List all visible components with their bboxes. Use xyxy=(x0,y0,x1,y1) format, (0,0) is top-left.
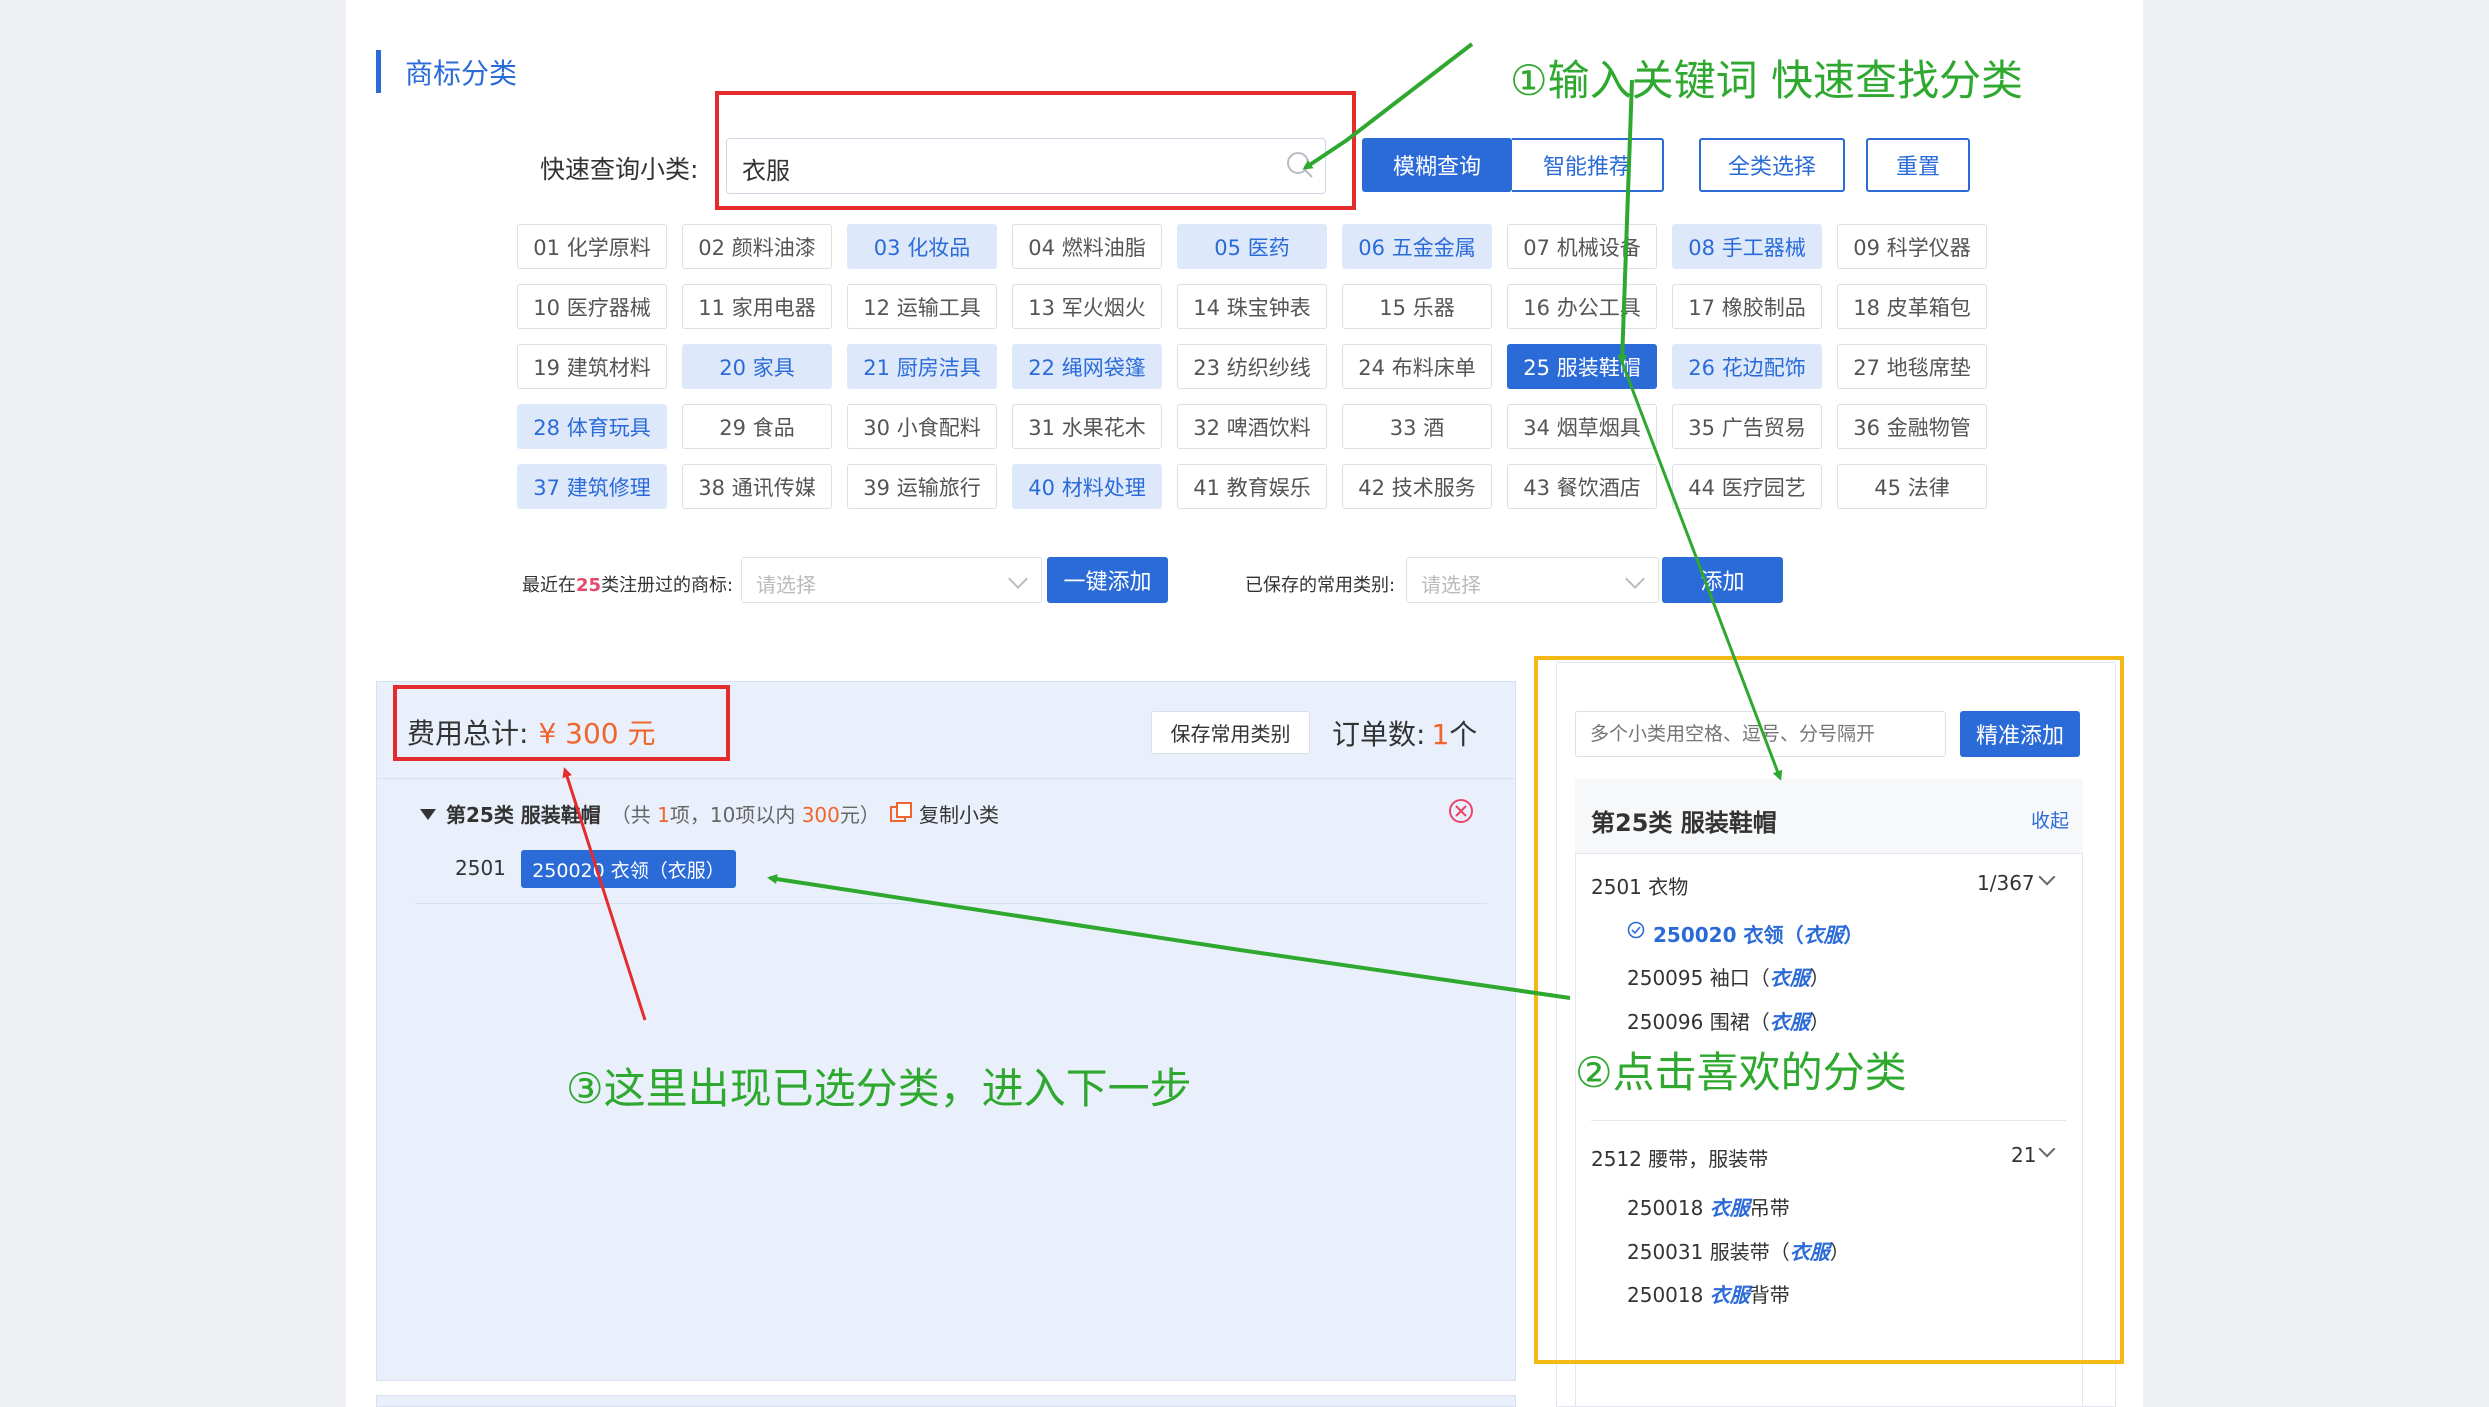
class-button-29[interactable]: 29 食品 xyxy=(682,404,832,449)
class-button-12[interactable]: 12 运输工具 xyxy=(847,284,997,329)
fuzzy-search-button[interactable]: 模糊查询 xyxy=(1362,138,1512,192)
selected-item-tag[interactable]: 250020 衣领（衣服） xyxy=(521,850,736,888)
class-button-18[interactable]: 18 皮革箱包 xyxy=(1837,284,1987,329)
copy-icon[interactable] xyxy=(889,801,913,825)
reset-button[interactable]: 重置 xyxy=(1866,138,1970,192)
class-button-40[interactable]: 40 材料处理 xyxy=(1012,464,1162,509)
class-button-13[interactable]: 13 军火烟火 xyxy=(1012,284,1162,329)
class-button-09[interactable]: 09 科学仪器 xyxy=(1837,224,1987,269)
recent-select-placeholder: 请选择 xyxy=(756,573,816,597)
class-button-17[interactable]: 17 橡胶制品 xyxy=(1672,284,1822,329)
class-button-20[interactable]: 20 家具 xyxy=(682,344,832,389)
section-title: 商标分类 xyxy=(405,57,518,90)
class-button-39[interactable]: 39 运输旅行 xyxy=(847,464,997,509)
annotation-step1: ①输入关键词 快速查找分类 xyxy=(1510,56,2024,105)
class-button-38[interactable]: 38 通讯传媒 xyxy=(682,464,832,509)
one-click-add-button[interactable]: 一键添加 xyxy=(1047,557,1168,603)
class-button-07[interactable]: 07 机械设备 xyxy=(1507,224,1657,269)
class-button-22[interactable]: 22 绳网袋篷 xyxy=(1012,344,1162,389)
saved-classes-label: 已保存的常用类别: xyxy=(1245,575,1396,596)
order-count: 订单数: 1个 xyxy=(1332,718,1478,751)
class-button-35[interactable]: 35 广告贸易 xyxy=(1672,404,1822,449)
class-button-41[interactable]: 41 教育娱乐 xyxy=(1177,464,1327,509)
annotation-step3: ③这里出现已选分类，进入下一步 xyxy=(566,1064,1192,1113)
class-button-03[interactable]: 03 化妆品 xyxy=(847,224,997,269)
class-button-45[interactable]: 45 法律 xyxy=(1837,464,1987,509)
group-divider xyxy=(415,903,1487,904)
class-button-37[interactable]: 37 建筑修理 xyxy=(517,464,667,509)
chevron-down-icon xyxy=(1625,569,1645,589)
selected-group-header: 第25类 服装鞋帽 （共 1项，10项以内 300元） xyxy=(446,803,880,827)
save-common-classes-button[interactable]: 保存常用类别 xyxy=(1151,711,1310,754)
class-button-30[interactable]: 30 小食配料 xyxy=(847,404,997,449)
class-button-14[interactable]: 14 珠宝钟表 xyxy=(1177,284,1327,329)
selected-subclass-code: 2501 xyxy=(455,856,506,880)
class-button-08[interactable]: 08 手工器械 xyxy=(1672,224,1822,269)
search-label: 快速查询小类: xyxy=(540,155,699,184)
class-button-26[interactable]: 26 花边配饰 xyxy=(1672,344,1822,389)
class-button-31[interactable]: 31 水果花木 xyxy=(1012,404,1162,449)
class-button-42[interactable]: 42 技术服务 xyxy=(1342,464,1492,509)
caret-down-icon[interactable] xyxy=(420,807,436,821)
chevron-down-icon xyxy=(1008,569,1028,589)
search-highlight-frame xyxy=(715,91,1356,210)
class-button-27[interactable]: 27 地毯席垫 xyxy=(1837,344,1987,389)
class-button-34[interactable]: 34 烟草烟具 xyxy=(1507,404,1657,449)
panel-bottom-strip xyxy=(376,1395,1516,1407)
section-title-bar xyxy=(376,50,381,93)
class-button-28[interactable]: 28 体育玩具 xyxy=(517,404,667,449)
class-button-02[interactable]: 02 颜料油漆 xyxy=(682,224,832,269)
class-button-36[interactable]: 36 金融物管 xyxy=(1837,404,1987,449)
recent-trademark-select[interactable]: 请选择 xyxy=(741,557,1042,603)
class-button-23[interactable]: 23 纺织纱线 xyxy=(1177,344,1327,389)
class-button-15[interactable]: 15 乐器 xyxy=(1342,284,1492,329)
class-button-01[interactable]: 01 化学原料 xyxy=(517,224,667,269)
class-button-21[interactable]: 21 厨房洁具 xyxy=(847,344,997,389)
total-highlight-frame xyxy=(393,685,730,761)
copy-subclass-link[interactable]: 复制小类 xyxy=(919,799,999,828)
class-button-32[interactable]: 32 啤酒饮料 xyxy=(1177,404,1327,449)
add-saved-button[interactable]: 添加 xyxy=(1662,557,1783,603)
recent-classes-label: 最近在25类注册过的商标: xyxy=(522,575,734,596)
class-button-33[interactable]: 33 酒 xyxy=(1342,404,1492,449)
annotation-step2: ②点击喜欢的分类 xyxy=(1575,1048,1907,1097)
class-button-10[interactable]: 10 医疗器械 xyxy=(517,284,667,329)
class-button-05[interactable]: 05 医药 xyxy=(1177,224,1327,269)
saved-classes-select[interactable]: 请选择 xyxy=(1406,557,1659,603)
class-button-06[interactable]: 06 五金金属 xyxy=(1342,224,1492,269)
panel-divider xyxy=(376,778,1516,779)
class-button-19[interactable]: 19 建筑材料 xyxy=(517,344,667,389)
class-button-04[interactable]: 04 燃料油脂 xyxy=(1012,224,1162,269)
saved-select-placeholder: 请选择 xyxy=(1421,573,1481,597)
class-button-44[interactable]: 44 医疗园艺 xyxy=(1672,464,1822,509)
class-button-25[interactable]: 25 服装鞋帽 xyxy=(1507,344,1657,389)
class-button-24[interactable]: 24 布料床单 xyxy=(1342,344,1492,389)
remove-group-icon[interactable] xyxy=(1447,797,1475,825)
select-all-classes-button[interactable]: 全类选择 xyxy=(1699,138,1845,192)
smart-recommend-button[interactable]: 智能推荐 xyxy=(1512,138,1664,192)
class-button-43[interactable]: 43 餐饮酒店 xyxy=(1507,464,1657,509)
class-button-16[interactable]: 16 办公工具 xyxy=(1507,284,1657,329)
class-tree-highlight-frame xyxy=(1534,656,2124,1364)
selected-classes-panel xyxy=(376,681,1516,1381)
class-button-11[interactable]: 11 家用电器 xyxy=(682,284,832,329)
